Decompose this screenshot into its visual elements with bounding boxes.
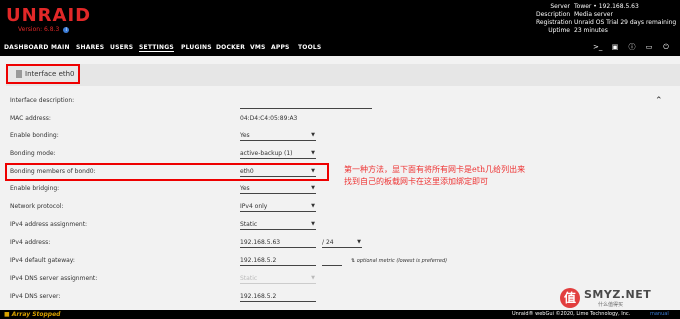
mac-address-value: 04:D4:C4:05:89:A3 — [240, 115, 298, 122]
highlight-box-title — [6, 64, 80, 84]
caret-down-icon: ▼ — [311, 185, 315, 191]
mac-address-label: MAC address: — [10, 115, 51, 122]
array-status: ■ Array Stopped — [4, 311, 61, 318]
bonding-mode-value: active-backup (1) — [240, 150, 293, 157]
watermark-title: SMYZ.NET — [584, 288, 652, 301]
bonding-mode-label: Bonding mode: — [10, 150, 56, 157]
caret-down-icon: ▼ — [311, 275, 315, 281]
bonding-mode-select[interactable]: active-backup (1) ▼ — [240, 149, 316, 159]
chevron-up-icon[interactable]: ⌃ — [655, 96, 663, 106]
network-protocol-select[interactable]: IPv4 only ▼ — [240, 202, 316, 212]
ipv4-dns-server-value: 192.168.5.2 — [240, 293, 277, 300]
nav-users[interactable]: USERS — [110, 44, 133, 51]
server-info-key: Description — [536, 11, 571, 18]
feedback-icon[interactable]: ▣ — [611, 43, 619, 51]
ipv4-prefix-select[interactable]: / 24 ▼ — [322, 238, 362, 248]
watermark-badge: 值 — [560, 288, 580, 308]
server-info-value: 23 minutes — [574, 27, 608, 34]
server-info-key: Server — [550, 3, 570, 10]
settings-content: Interface eth0 ⌃ Interface description: … — [0, 56, 680, 310]
server-info-value: Media server — [574, 11, 613, 18]
ipv4-dns-server-label: IPv4 DNS server: — [10, 293, 61, 300]
caret-down-icon: ▼ — [311, 132, 315, 138]
app-root: UNRAID Version: 6.8.3 i Server Tower • 1… — [0, 0, 680, 319]
info-icon[interactable]: ⓘ — [628, 43, 636, 51]
enable-bonding-label: Enable bonding: — [10, 132, 59, 139]
enable-bonding-select[interactable]: Yes ▼ — [240, 131, 316, 141]
footer: ■ Array Stopped Unraid® webGui ©2020, Li… — [0, 310, 680, 319]
ipv4-gateway-label: IPv4 default gateway: — [10, 257, 75, 264]
caret-down-icon: ▼ — [311, 221, 315, 227]
header: UNRAID Version: 6.8.3 i Server Tower • 1… — [0, 0, 680, 40]
server-info-key: Registration — [536, 19, 573, 26]
caret-down-icon: ▼ — [357, 239, 361, 245]
nav-dashboard[interactable]: DASHBOARD — [4, 44, 49, 51]
watermark-subtitle: 什么值得买 — [598, 302, 624, 308]
caret-down-icon: ▼ — [311, 150, 315, 156]
bonding-members-value: eth0 — [240, 168, 254, 175]
nav-tools[interactable]: TOOLS — [298, 44, 321, 51]
nav-plugins[interactable]: PLUGINS — [181, 44, 212, 51]
caret-down-icon: ▼ — [311, 168, 315, 174]
server-info-row: Description Media server — [536, 11, 676, 19]
gateway-metric-input[interactable] — [322, 256, 342, 266]
monitor-icon[interactable]: ▭ — [645, 43, 653, 51]
annotation-text: 第一种方法，显下面有将所有网卡是eth几给列出来 找到自己的板载网卡在这里添加绑… — [344, 164, 525, 188]
network-protocol-label: Network protocol: — [10, 203, 64, 210]
server-info-value: Tower • 192.168.5.63 — [574, 3, 639, 10]
gateway-metric-note-text: optional metric (lowest is preferred) — [356, 258, 448, 264]
server-info-value[interactable]: Unraid OS Trial 29 days remaining — [574, 19, 676, 27]
panel-title-bar: Interface eth0 — [6, 64, 680, 86]
ipv4-dns-server-input[interactable]: 192.168.5.2 — [240, 292, 316, 302]
ipv4-address-input[interactable]: 192.168.5.63 — [240, 238, 316, 248]
enable-bonding-value: Yes — [240, 132, 250, 139]
version-label[interactable]: Version: 6.8.3 i — [18, 26, 70, 33]
ipv4-assignment-value: Static — [240, 221, 258, 228]
nav-vms[interactable]: VMS — [250, 44, 266, 51]
annotation-line: 找到自己的板载网卡在这里添加绑定即可 — [344, 177, 488, 186]
nav-settings[interactable]: SETTINGS — [139, 44, 174, 52]
network-protocol-value: IPv4 only — [240, 203, 268, 210]
nav-apps[interactable]: APPS — [271, 44, 290, 51]
ipv4-prefix-value: / 24 — [322, 239, 334, 246]
ipv4-address-value: 192.168.5.63 — [240, 239, 281, 246]
server-info-row: Uptime 23 minutes — [536, 27, 676, 35]
array-status-text: Array Stopped — [11, 311, 61, 318]
ipv4-assignment-select[interactable]: Static ▼ — [240, 220, 316, 230]
ipv4-assignment-label: IPv4 address assignment: — [10, 221, 88, 228]
manual-link[interactable]: manual — [650, 311, 669, 317]
nav-main[interactable]: MAIN — [51, 44, 70, 51]
ipv4-dns-assignment-value: Static — [240, 275, 258, 282]
enable-bridging-select[interactable]: Yes ▼ — [240, 184, 316, 194]
interface-description-label: Interface description: — [10, 97, 75, 104]
copyright: Unraid® webGui ©2020, Lime Technology, I… — [512, 311, 631, 317]
interface-description-input[interactable] — [240, 99, 372, 109]
ipv4-dns-assignment-select: Static ▼ — [240, 274, 316, 284]
enable-bridging-value: Yes — [240, 185, 250, 192]
version-text: Version: 6.8.3 — [18, 26, 60, 33]
info-icon[interactable]: i — [63, 27, 70, 33]
server-info-key: Uptime — [548, 27, 570, 34]
unraid-logo[interactable]: UNRAID — [6, 5, 91, 26]
ipv4-gateway-value: 192.168.5.2 — [240, 257, 277, 264]
nav-shares[interactable]: SHARES — [76, 44, 104, 51]
nav-docker[interactable]: DOCKER — [216, 44, 245, 51]
ipv4-address-label: IPv4 address: — [10, 239, 51, 246]
watermark: 值 SMYZ.NET 什么值得买 — [560, 288, 678, 310]
ipv4-dns-assignment-label: IPv4 DNS server assignment: — [10, 275, 98, 282]
caret-down-icon: ▼ — [311, 203, 315, 209]
ipv4-prefix-number: 24 — [325, 239, 334, 246]
server-info: Server Tower • 192.168.5.63 Description … — [536, 3, 676, 35]
main-nav: DASHBOARD MAIN SHARES USERS SETTINGS PLU… — [0, 40, 680, 56]
power-icon[interactable]: ⏻ — [662, 43, 670, 51]
ipv4-gateway-input[interactable]: 192.168.5.2 — [240, 256, 316, 266]
server-info-row: Server Tower • 192.168.5.63 — [536, 3, 676, 11]
terminal-icon[interactable]: >_ — [593, 43, 602, 51]
server-info-row: Registration Unraid OS Trial 29 days rem… — [536, 19, 676, 27]
enable-bridging-label: Enable bridging: — [10, 185, 60, 192]
annotation-line: 第一种方法，显下面有将所有网卡是eth几给列出来 — [344, 165, 526, 174]
bonding-members-select[interactable]: eth0 ▼ — [240, 167, 316, 177]
bonding-members-label: Bonding members of bond0: — [10, 168, 96, 175]
gateway-metric-note: ⇅ optional metric (lowest is preferred) — [351, 258, 448, 264]
